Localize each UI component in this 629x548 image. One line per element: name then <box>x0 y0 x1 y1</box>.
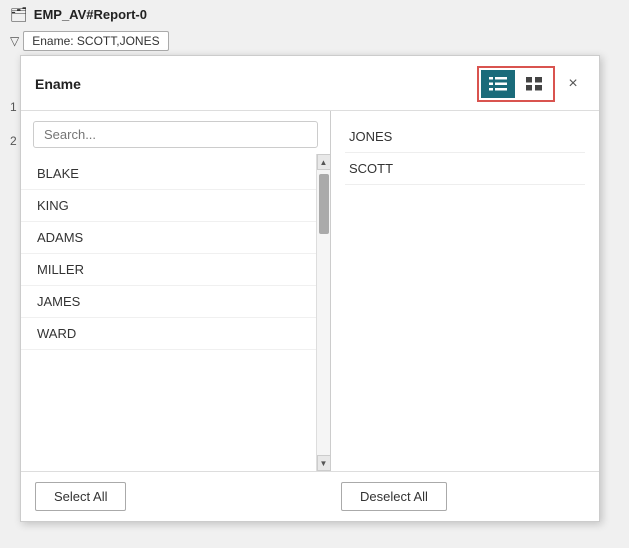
dialog-footer: Select All Deselect All <box>21 471 599 521</box>
title-bar: 🗂 EMP_AV#Report-0 <box>0 0 629 29</box>
list-container: BLAKE KING ADAMS MILLER JAMES WARD ▲ ▼ <box>21 154 330 471</box>
selected-item[interactable]: JONES <box>345 121 585 153</box>
right-footer: Deselect All <box>341 482 585 511</box>
list-items: BLAKE KING ADAMS MILLER JAMES WARD <box>21 154 330 471</box>
right-panel: JONES SCOTT <box>331 111 599 471</box>
scroll-up-arrow[interactable]: ▲ <box>317 154 331 170</box>
filter-bar: ▽ Ename: SCOTT,JONES <box>0 29 629 57</box>
app-title: EMP_AV#Report-0 <box>34 7 147 22</box>
scroll-down-arrow[interactable]: ▼ <box>317 455 331 471</box>
list-item[interactable]: BLAKE <box>21 158 330 190</box>
dialog-title: Ename <box>35 76 81 92</box>
deselect-all-button[interactable]: Deselect All <box>341 482 447 511</box>
select-all-button[interactable]: Select All <box>35 482 126 511</box>
dialog-header: Ename <box>21 56 599 111</box>
row-number-2: 2 <box>10 124 17 158</box>
row-numbers: 1 2 <box>10 90 17 158</box>
search-input[interactable] <box>33 121 318 148</box>
row-number-1: 1 <box>10 90 17 124</box>
scroll-thumb[interactable] <box>319 174 329 234</box>
left-panel: BLAKE KING ADAMS MILLER JAMES WARD ▲ ▼ <box>21 111 331 471</box>
list-item[interactable]: KING <box>21 190 330 222</box>
list-item[interactable]: ADAMS <box>21 222 330 254</box>
list-view-button[interactable] <box>481 70 515 98</box>
list-item[interactable]: MILLER <box>21 254 330 286</box>
app-icon: 🗂 <box>10 6 28 23</box>
grid-view-button[interactable] <box>517 70 551 98</box>
filter-tag[interactable]: Ename: SCOTT,JONES <box>23 31 168 51</box>
left-footer: Select All <box>35 482 331 511</box>
list-item[interactable]: JAMES <box>21 286 330 318</box>
list-item[interactable]: WARD <box>21 318 330 350</box>
dialog-body: BLAKE KING ADAMS MILLER JAMES WARD ▲ ▼ <box>21 111 599 471</box>
selected-item[interactable]: SCOTT <box>345 153 585 185</box>
close-button[interactable]: × <box>561 72 585 96</box>
filter-icon: ▽ <box>10 34 19 48</box>
scrollbar[interactable]: ▲ ▼ <box>316 154 330 471</box>
dialog: Ename <box>20 55 600 522</box>
view-controls <box>477 66 555 102</box>
app-window: 🗂 EMP_AV#Report-0 ▽ Ename: SCOTT,JONES 1… <box>0 0 629 548</box>
